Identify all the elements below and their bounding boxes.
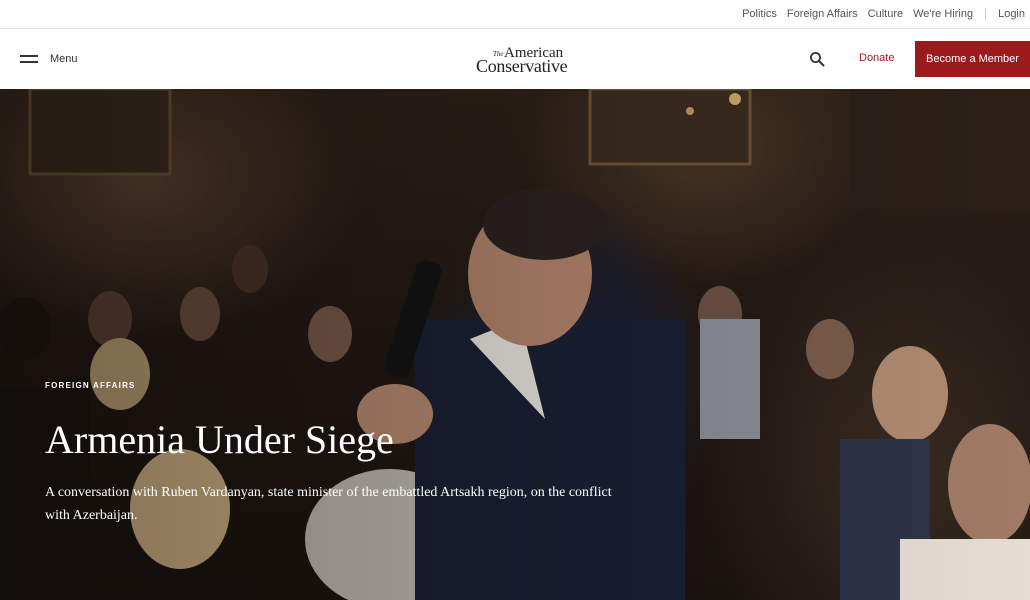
main-header: Menu The American Conservative Donate Be… — [0, 29, 1030, 89]
site-logo[interactable]: The American Conservative — [476, 45, 582, 76]
donate-link[interactable]: Donate — [859, 52, 894, 64]
utility-link-foreign-affairs[interactable]: Foreign Affairs — [782, 8, 863, 20]
hamburger-icon — [20, 54, 38, 64]
utility-bar: Politics Foreign Affairs Culture We're H… — [0, 0, 1030, 29]
become-member-button[interactable]: Become a Member — [915, 41, 1030, 77]
menu-label: Menu — [50, 53, 78, 65]
utility-link-culture[interactable]: Culture — [863, 8, 908, 20]
utility-link-politics[interactable]: Politics — [737, 8, 782, 20]
article-headline[interactable]: Armenia Under Siege — [45, 416, 394, 463]
search-icon[interactable] — [809, 51, 825, 67]
utility-divider — [985, 7, 987, 21]
hero-section[interactable]: FOREIGN AFFAIRS Armenia Under Siege A co… — [0, 89, 1030, 600]
utility-nav: Politics Foreign Affairs Culture We're H… — [737, 0, 1030, 28]
menu-button[interactable]: Menu — [20, 49, 78, 69]
article-dek: A conversation with Ruben Vardanyan, sta… — [45, 485, 612, 523]
login-link[interactable]: Login — [993, 8, 1030, 20]
logo-conservative: Conservative — [476, 56, 568, 76]
article-category[interactable]: FOREIGN AFFAIRS — [45, 381, 136, 390]
utility-link-hiring[interactable]: We're Hiring — [908, 8, 978, 20]
